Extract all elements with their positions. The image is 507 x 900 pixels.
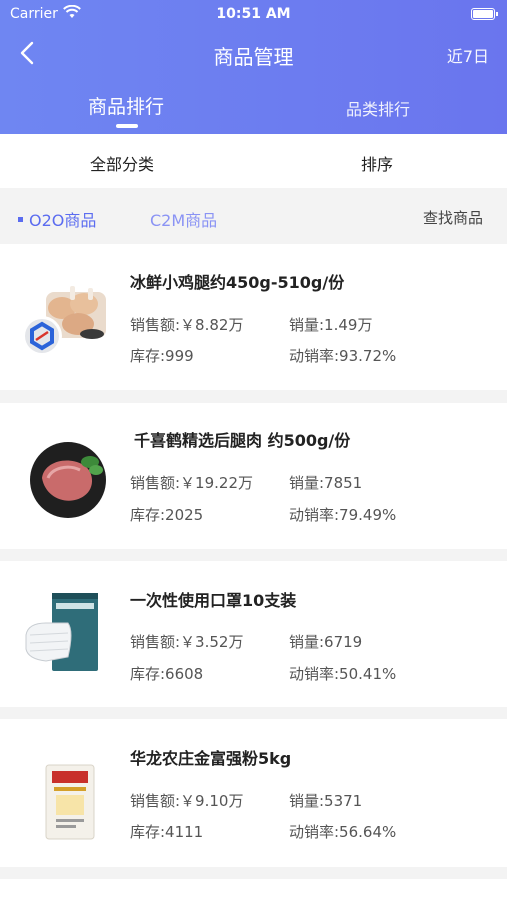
- nav-bar: 商品管理 近7日: [0, 36, 507, 70]
- product-volume: 销量:1.49万: [289, 316, 373, 334]
- product-name: 冰鲜小鸡腿约450g-510g/份: [130, 273, 345, 292]
- tab-c2m-products[interactable]: C2M商品: [150, 207, 217, 231]
- product-sales: 销售额:￥3.52万: [130, 633, 244, 651]
- product-turnover: 动销率:93.72%: [289, 347, 397, 365]
- status-time: 10:51 AM: [216, 6, 291, 22]
- filter-bar: 全部分类 排序: [0, 134, 507, 188]
- product-name: 千喜鹤精选后腿肉 约500g/份: [134, 431, 351, 450]
- product-stock: 库存:4111: [130, 823, 204, 841]
- sort-filter[interactable]: 排序: [361, 151, 393, 175]
- tab-category-ranking[interactable]: 品类排行: [346, 96, 410, 120]
- product-card[interactable]: 冰鲜小鸡腿约450g-510g/份 销售额:￥8.82万 销量:1.49万 库存…: [0, 244, 507, 390]
- product-type-tabs: O2O商品 C2M商品 查找商品: [0, 188, 507, 244]
- chicken-leg-product-image: [22, 286, 106, 356]
- page-title: 商品管理: [213, 45, 294, 69]
- product-turnover: 动销率:50.41%: [289, 665, 397, 683]
- tab-product-ranking[interactable]: 商品排行: [88, 92, 164, 119]
- product-volume: 销量:7851: [289, 474, 363, 492]
- product-name: 一次性使用口罩10支装: [130, 591, 297, 610]
- face-mask-product-image: [25, 593, 98, 671]
- product-card[interactable]: 一次性使用口罩10支装 销售额:￥3.52万 销量:6719 库存:6608 动…: [0, 561, 507, 707]
- product-stock: 库存:2025: [130, 506, 204, 524]
- tab-o2o-products[interactable]: O2O商品: [18, 207, 96, 231]
- product-sales: 销售额:￥8.82万: [130, 316, 244, 334]
- tab-o2o-label: O2O商品: [29, 211, 97, 230]
- product-card[interactable]: 华龙农庄金富强粉5kg 销售额:￥9.10万 销量:5371 库存:4111 动…: [0, 719, 507, 867]
- product-stock: 库存:999: [130, 347, 194, 365]
- battery-icon: [471, 8, 498, 20]
- product-volume: 销量:5371: [289, 792, 363, 810]
- status-bar: Carrier 10:51 AM: [0, 4, 507, 24]
- ranking-tabs: 商品排行 品类排行: [0, 92, 507, 132]
- product-card-partial[interactable]: [0, 879, 507, 900]
- date-range-button[interactable]: 近7日: [447, 43, 489, 67]
- product-stock: 库存:6608: [130, 665, 204, 683]
- product-card[interactable]: 千喜鹤精选后腿肉 约500g/份 销售额:￥19.22万 销量:7851 库存:…: [0, 403, 507, 549]
- product-turnover: 动销率:79.49%: [289, 506, 397, 524]
- flour-bag-product-image: [45, 764, 95, 840]
- active-dot-icon: [18, 217, 23, 222]
- pork-meat-product-image: [30, 442, 106, 518]
- header: Carrier 10:51 AM 商品管理 近7日 商品排行 品类排行: [0, 0, 507, 134]
- product-sales: 销售额:￥9.10万: [130, 792, 244, 810]
- category-filter[interactable]: 全部分类: [90, 151, 154, 175]
- product-name: 华龙农庄金富强粉5kg: [130, 749, 292, 768]
- product-sales: 销售额:￥19.22万: [130, 474, 253, 492]
- active-tab-indicator: [116, 124, 138, 128]
- search-product-button[interactable]: 查找商品: [423, 207, 483, 228]
- product-turnover: 动销率:56.64%: [289, 823, 397, 841]
- product-volume: 销量:6719: [289, 633, 363, 651]
